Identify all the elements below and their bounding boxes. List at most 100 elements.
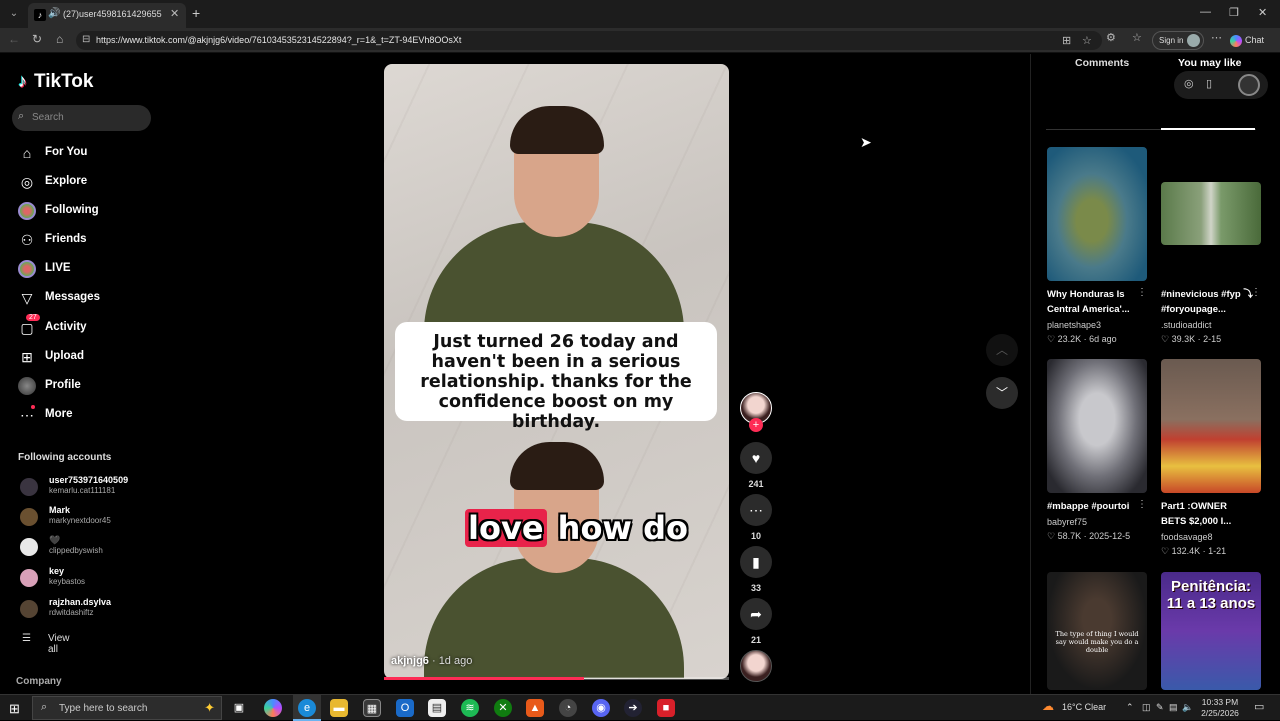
account-name: 🖤 <box>49 535 61 545</box>
favorite-star-icon[interactable]: ☆ <box>1082 34 1092 47</box>
tab-you-may-like[interactable]: You may like <box>1178 57 1241 69</box>
previous-video-button[interactable]: ︿ <box>986 334 1018 366</box>
outlook-icon[interactable]: O <box>396 699 414 717</box>
user-avatar[interactable] <box>1238 74 1260 96</box>
card-user[interactable]: planetshape3 <box>1047 320 1101 330</box>
card-title[interactable]: #ninevicious #fyp ⤵ #foryoupage... <box>1161 287 1253 317</box>
following-account[interactable]: key keybastos <box>20 566 150 590</box>
system-clock[interactable]: 10:33 PM 2/25/2026 <box>1198 697 1242 719</box>
favorites-icon[interactable]: ☆ <box>1132 31 1142 44</box>
taskbar-search-box[interactable]: ⌕ Type here to search ✦ <box>32 696 222 720</box>
sidebar-item-live[interactable]: LIVE <box>18 258 148 280</box>
weather-text[interactable]: 16°C Clear <box>1062 702 1106 712</box>
discord-icon[interactable]: ◉ <box>592 699 610 717</box>
refresh-button[interactable]: ↻ <box>32 32 42 46</box>
tiktok-note-icon: ♪ <box>18 71 27 91</box>
sidebar-item-profile[interactable]: Profile <box>18 375 148 397</box>
close-window-button[interactable]: ✕ <box>1258 6 1267 19</box>
view-all-link[interactable]: ☰ View all <box>22 633 70 655</box>
spotify-icon[interactable]: ≋ <box>461 699 479 717</box>
search-input[interactable]: ⌕ Search <box>12 105 151 131</box>
follow-plus-icon[interactable]: + <box>749 418 763 432</box>
windows-start-icon[interactable]: ⊞ <box>9 701 20 717</box>
edge-browser-icon[interactable]: e <box>298 699 316 717</box>
tiktok-logo[interactable]: ♪ TikTok <box>18 71 93 93</box>
minimize-window-button[interactable]: — <box>1200 6 1211 18</box>
document-icon[interactable]: ▤ <box>428 699 446 717</box>
tab-actions-menu-icon[interactable]: ⌄ <box>6 6 22 22</box>
card-user[interactable]: foodsavage8 <box>1161 532 1213 542</box>
video-thumbnail[interactable] <box>1047 147 1147 281</box>
comment-button[interactable]: ⋯ <box>740 494 772 526</box>
audio-playing-icon[interactable]: 🔊 <box>48 8 60 19</box>
sidebar-item-activity[interactable]: ▢ 27 Activity <box>18 314 148 339</box>
video-thumbnail[interactable] <box>1161 359 1261 493</box>
card-more-icon[interactable]: ⋮ <box>1251 287 1261 298</box>
url-text[interactable]: https://www.tiktok.com/@akjnjg6/video/76… <box>96 35 461 45</box>
home-button[interactable]: ⌂ <box>56 32 63 46</box>
sidebar-item-for-you[interactable]: ⌂ For You <box>18 142 148 164</box>
card-more-icon[interactable]: ⋮ <box>1137 499 1147 510</box>
following-account[interactable]: 🖤 clippedbyswish <box>20 535 150 559</box>
video-thumbnail[interactable] <box>1047 359 1147 493</box>
video-thumbnail[interactable] <box>1161 182 1261 245</box>
card-title[interactable]: Why Honduras Is Central America'... <box>1047 287 1139 317</box>
tray-app-icon[interactable]: ◫ <box>1142 702 1151 713</box>
device-icon[interactable]: ▯ <box>1206 77 1212 90</box>
sidebar-item-messages[interactable]: ▽ Messages <box>18 287 148 309</box>
more-menu-icon[interactable]: ⋯ <box>1211 31 1222 44</box>
back-button[interactable]: ← <box>8 32 20 46</box>
address-bar[interactable]: ⊟ https://www.tiktok.com/@akjnjg6/video/… <box>76 31 1102 50</box>
company-link[interactable]: Company <box>16 676 62 687</box>
file-explorer-icon[interactable]: ▬ <box>330 699 348 717</box>
close-tab-icon[interactable]: ✕ <box>170 7 179 20</box>
card-user[interactable]: babyref75 <box>1047 517 1087 527</box>
app-arrow-icon[interactable]: ➔ <box>624 699 642 717</box>
app-red-icon[interactable]: ■ <box>657 699 675 717</box>
like-button[interactable]: ♥ <box>740 442 772 474</box>
card-title[interactable]: #mbappe #pourtoi <box>1047 499 1139 514</box>
next-video-button[interactable]: ﹀ <box>986 377 1018 409</box>
notifications-icon[interactable]: ▭ <box>1254 700 1264 713</box>
restore-window-button[interactable]: ❐ <box>1229 6 1239 19</box>
save-button[interactable]: ▮ <box>740 546 772 578</box>
copilot-chat-button[interactable]: Chat <box>1230 31 1276 50</box>
browser-tab[interactable]: ♪ 🔊 (27)user4598161429655 (@ak ✕ <box>28 3 186 28</box>
following-account[interactable]: user7539716405​09 kemarlu.cat111181 <box>20 475 150 499</box>
card-user[interactable]: .studioaddict <box>1161 320 1212 330</box>
app-circle-icon[interactable]: ◔ <box>559 699 577 717</box>
video-progress-bar[interactable] <box>384 677 729 680</box>
sidebar-item-more[interactable]: ⋯ More <box>18 404 148 426</box>
xbox-icon[interactable]: ✕ <box>494 699 512 717</box>
task-view-icon[interactable]: ▣ <box>230 699 248 717</box>
sound-avatar[interactable] <box>740 650 772 682</box>
extensions-icon[interactable]: ⚙ <box>1106 31 1116 44</box>
following-account[interactable]: Mark markynextdoor45 <box>20 505 150 529</box>
video-thumbnail[interactable]: Penitência: 11 a 13 anos <box>1161 572 1261 690</box>
tab-comments[interactable]: Comments <box>1075 57 1129 69</box>
video-caption-overlay: Just turned 26 today and haven't been in… <box>395 322 717 432</box>
copilot-taskbar-icon[interactable] <box>264 699 282 717</box>
store-icon[interactable]: ▦ <box>363 699 381 717</box>
pen-icon[interactable]: ✎ <box>1156 702 1164 713</box>
video-author[interactable]: akjnjg6 · 1d ago <box>391 655 472 667</box>
sidebar-item-explore[interactable]: ◎ Explore <box>18 171 148 193</box>
card-title[interactable]: Part1 :OWNER BETS $2,000 I... <box>1161 499 1253 529</box>
sidebar-item-following[interactable]: Following <box>18 200 148 222</box>
sidebar-item-friends[interactable]: ⚇ Friends <box>18 229 148 251</box>
video-thumbnail[interactable]: The type of thing I would say would make… <box>1047 572 1147 690</box>
volume-icon[interactable]: 🔈 <box>1182 702 1193 713</box>
following-account[interactable]: rajzhan.dsylva rdwitdashiftz <box>20 597 150 621</box>
new-tab-button[interactable]: + <box>192 5 200 21</box>
app-available-icon[interactable]: ⊞ <box>1062 34 1071 47</box>
card-more-icon[interactable]: ⋮ <box>1137 287 1147 298</box>
site-info-icon[interactable]: ⊟ <box>82 34 90 45</box>
sign-in-button[interactable]: Sign in <box>1152 31 1204 50</box>
network-icon[interactable]: ▤ <box>1169 702 1178 713</box>
coin-icon[interactable]: ◎ <box>1184 77 1194 90</box>
weather-icon[interactable]: ☁ <box>1042 699 1054 713</box>
sidebar-item-upload[interactable]: ⊞ Upload <box>18 346 148 368</box>
show-hidden-icons[interactable]: ⌃ <box>1126 702 1134 713</box>
share-button[interactable]: ➦ <box>740 598 772 630</box>
app-orange-icon[interactable]: ▲ <box>526 699 544 717</box>
